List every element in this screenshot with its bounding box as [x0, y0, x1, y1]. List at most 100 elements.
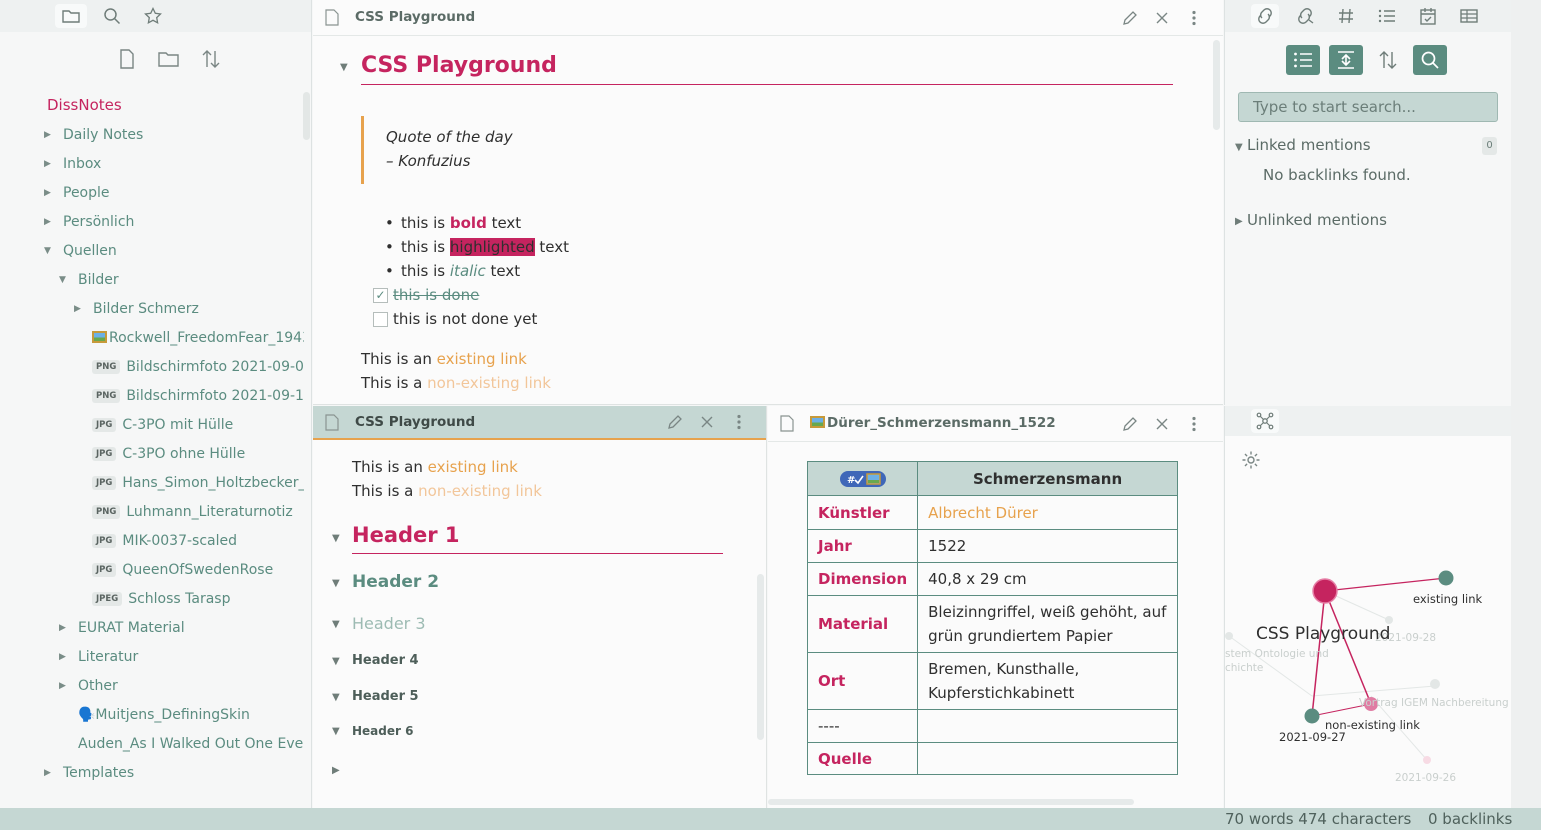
tree-folder[interactable]: ▶ Persönlich — [0, 208, 304, 237]
tree-folder[interactable]: ▶ People — [0, 179, 304, 208]
new-note-button[interactable] — [112, 44, 142, 74]
task-text: this is not done yet — [393, 310, 538, 328]
tree-file[interactable]: JPEG Schloss Tarasp — [0, 585, 304, 614]
table-value-cell[interactable]: Albrecht Dürer — [917, 495, 1178, 530]
graph-node-faded[interactable] — [1225, 632, 1233, 640]
tree-file[interactable]: JPG C-3PO ohne Hülle — [0, 440, 304, 469]
tree-folder[interactable]: ▶ Daily Notes — [0, 121, 304, 150]
tree-folder[interactable]: ▶ Templates — [0, 759, 304, 788]
chevron-down-icon[interactable]: ▼ — [59, 266, 66, 295]
linked-mentions-count: 0 — [1482, 137, 1497, 155]
tree-file[interactable]: Rockwell_FreedomFear_1943 — [0, 324, 304, 353]
graph-node-faded[interactable] — [1430, 679, 1440, 689]
chevron-down-icon[interactable]: ▼ — [44, 237, 51, 266]
chevron-right-icon[interactable]: ▶ — [59, 643, 66, 672]
tree-file[interactable]: JPG Hans_Simon_Holtzbecker_-_ — [0, 469, 304, 498]
fold-toggle[interactable]: ▼ — [332, 726, 340, 737]
fold-toggle[interactable]: ▼ — [332, 578, 340, 589]
graph-node[interactable] — [1438, 570, 1454, 586]
fold-toggle[interactable]: ▼ — [332, 692, 340, 703]
linked-mentions-heading[interactable]: Linked mentions — [1247, 136, 1371, 154]
horizontal-scrollbar[interactable] — [768, 799, 1134, 805]
paragraph: This is an existing link — [361, 350, 527, 368]
internal-link[interactable]: existing link — [437, 350, 527, 368]
scrollbar[interactable] — [1213, 40, 1220, 130]
internal-link[interactable]: existing link — [428, 458, 518, 476]
pane-title[interactable]: CSS Playground — [355, 9, 475, 25]
graph-canvas[interactable]: stem Ontologie und chichte 2021-09-28 Vo… — [1225, 436, 1512, 808]
close-button[interactable] — [696, 412, 718, 432]
outline-tab[interactable] — [1373, 4, 1401, 28]
fold-toggle[interactable]: ▼ — [340, 62, 348, 73]
unresolved-link[interactable]: non-existing link — [427, 374, 551, 392]
tree-file[interactable]: PNG Luhmann_Literaturnotiz — [0, 498, 304, 527]
task-checkbox[interactable] — [373, 312, 388, 327]
backlink-count[interactable]: 0 backlinks — [1428, 810, 1512, 828]
chevron-right-icon[interactable]: ▶ — [74, 295, 81, 324]
linked-mentions-toggle[interactable]: ▼ — [1235, 142, 1243, 153]
scrollbar[interactable] — [757, 574, 764, 740]
local-graph-tab[interactable] — [1251, 409, 1279, 433]
outgoing-links-tab[interactable] — [1291, 4, 1319, 28]
table-tab[interactable] — [1455, 4, 1483, 28]
pane-title[interactable]: CSS Playground — [355, 414, 475, 430]
tree-file[interactable]: JPG C-3PO mit Hülle — [0, 411, 304, 440]
pane-title[interactable]: Dürer_Schmerzensmann_1522 — [810, 415, 1056, 431]
sort-button[interactable] — [1371, 45, 1405, 75]
tree-folder[interactable]: ▶ Other — [0, 672, 304, 701]
unresolved-link[interactable]: non-existing link — [418, 482, 542, 500]
backlink-search-input[interactable] — [1238, 92, 1498, 122]
task-checkbox-checked[interactable]: ✓ — [373, 288, 388, 303]
search-tab[interactable] — [96, 4, 128, 28]
tree-folder[interactable]: ▶ Literatur — [0, 643, 304, 672]
unlinked-mentions-toggle[interactable]: ▶ — [1235, 216, 1243, 227]
tree-folder[interactable]: ▼ Quellen — [0, 237, 304, 266]
graph-node[interactable] — [1304, 708, 1320, 724]
files-tab[interactable] — [55, 4, 87, 28]
backlinks-tab[interactable] — [1251, 4, 1279, 28]
chevron-right-icon[interactable]: ▶ — [44, 150, 51, 179]
chevron-right-icon[interactable]: ▶ — [44, 179, 51, 208]
tree-folder[interactable]: ▼ Bilder — [0, 266, 304, 295]
unlinked-mentions-heading[interactable]: Unlinked mentions — [1247, 211, 1387, 229]
chevron-right-icon[interactable]: ▶ — [59, 614, 66, 643]
more-options-button[interactable] — [1183, 414, 1205, 434]
calendar-tab[interactable] — [1414, 4, 1442, 28]
tree-file[interactable]: PNG Bildschirmfoto 2021-09-09 u — [0, 353, 304, 382]
starred-tab[interactable] — [137, 4, 169, 28]
fold-toggle[interactable]: ▼ — [332, 656, 340, 667]
chevron-right-icon[interactable]: ▶ — [44, 759, 51, 788]
chevron-right-icon[interactable]: ▶ — [59, 672, 66, 701]
search-filter-button[interactable] — [1413, 45, 1447, 75]
collapse-results-button[interactable] — [1286, 45, 1320, 75]
more-options-button[interactable] — [728, 412, 750, 432]
tree-file[interactable]: PNG Bildschirmfoto 2021-09-11 u — [0, 382, 304, 411]
edit-button[interactable] — [1119, 8, 1141, 28]
new-folder-button[interactable] — [154, 44, 184, 74]
graph-node-current[interactable] — [1312, 578, 1338, 604]
close-button[interactable] — [1151, 414, 1173, 434]
sort-button[interactable] — [196, 44, 226, 74]
graph-node-faded[interactable] — [1423, 756, 1431, 764]
graph-node-faded[interactable] — [1385, 616, 1393, 624]
chevron-right-icon[interactable]: ▶ — [44, 121, 51, 150]
tree-file[interactable]: Auden_As I Walked Out One Evenin — [0, 730, 304, 759]
tags-tab[interactable] — [1332, 4, 1360, 28]
edit-button[interactable] — [664, 412, 686, 432]
show-more-context-button[interactable] — [1329, 45, 1363, 75]
tree-file[interactable]: JPG MIK-0037-scaled — [0, 527, 304, 556]
more-options-button[interactable] — [1183, 8, 1205, 28]
close-button[interactable] — [1151, 8, 1173, 28]
tree-file[interactable]: 🗣️Muitjens_DefiningSkin — [0, 701, 304, 730]
fold-toggle[interactable]: ▼ — [332, 619, 340, 630]
fold-toggle-collapsed[interactable]: ▶ — [332, 765, 340, 776]
edit-button[interactable] — [1119, 414, 1141, 434]
tree-folder[interactable]: ▶ Bilder Schmerz — [0, 295, 304, 324]
tree-file[interactable]: JPG QueenOfSwedenRose — [0, 556, 304, 585]
chevron-right-icon[interactable]: ▶ — [44, 208, 51, 237]
scrollbar[interactable] — [303, 92, 310, 140]
tree-folder[interactable]: ▶ Inbox — [0, 150, 304, 179]
tree-folder[interactable]: ▶ EURAT Material — [0, 614, 304, 643]
fold-toggle[interactable]: ▼ — [332, 533, 340, 544]
vault-name[interactable]: DissNotes — [47, 96, 122, 114]
